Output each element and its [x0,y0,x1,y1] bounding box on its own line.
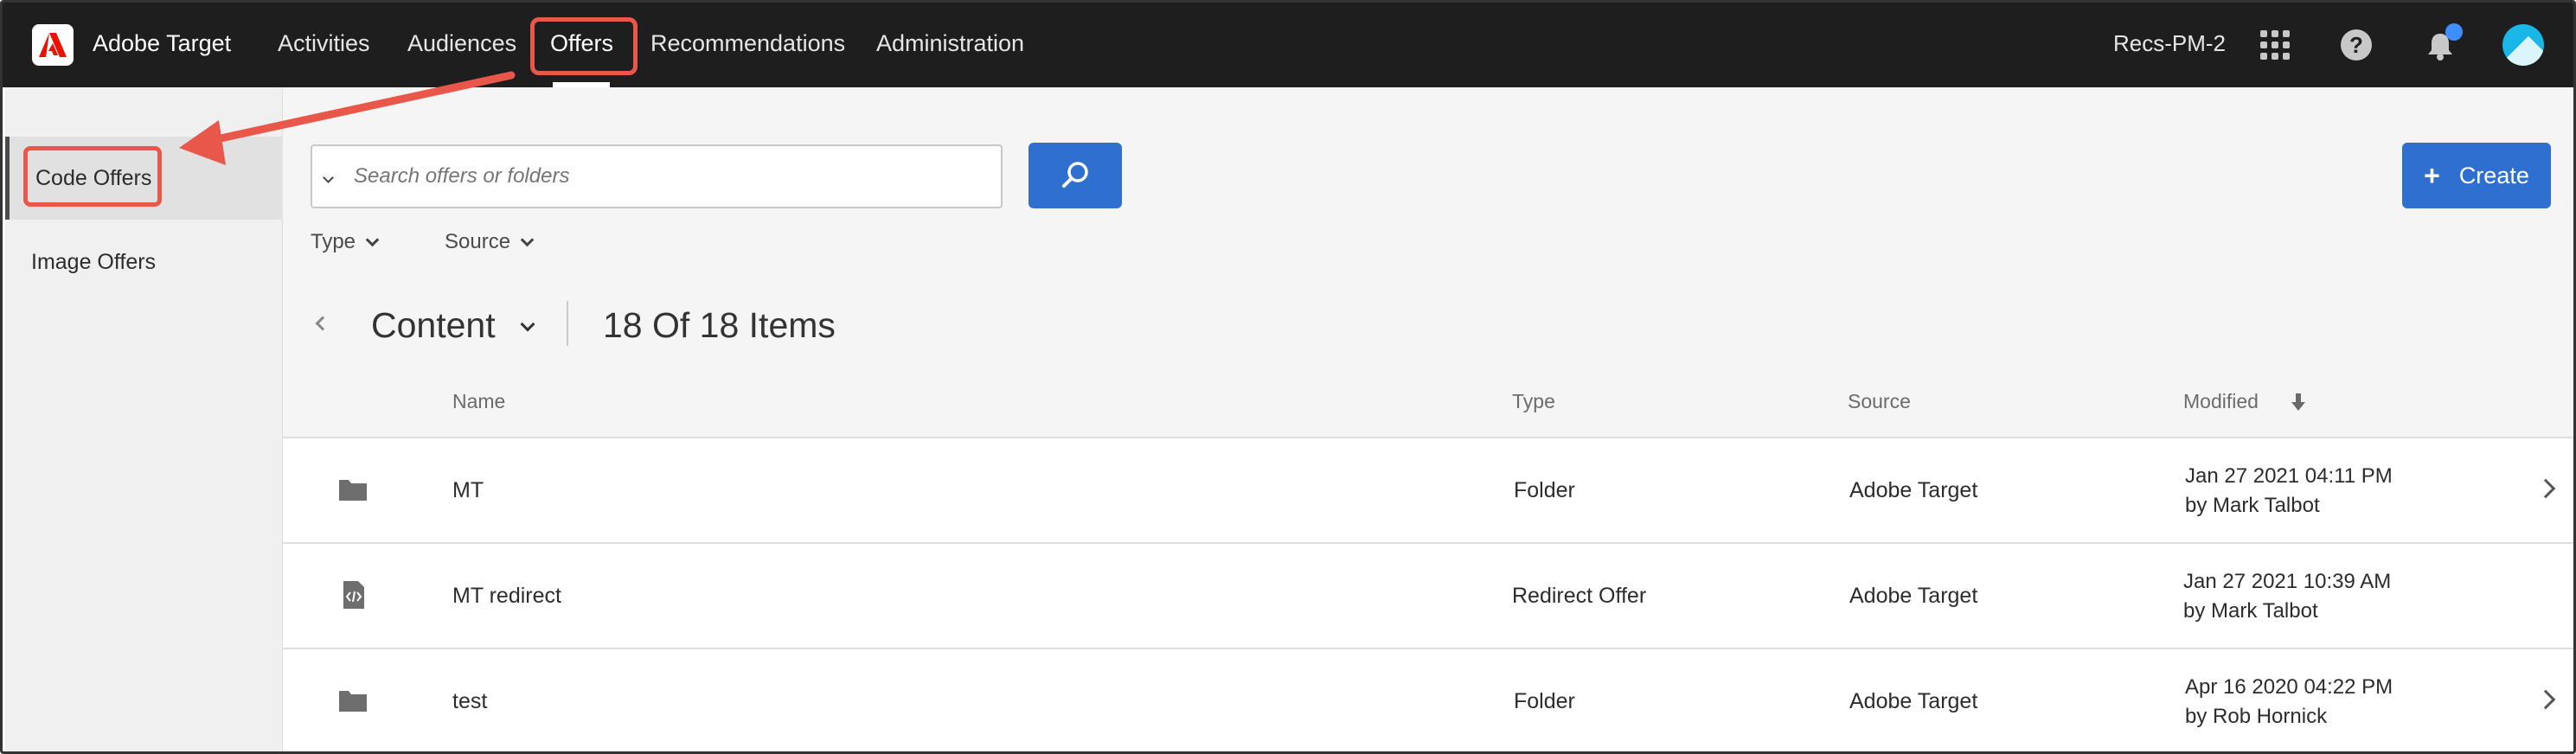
nav-audiences[interactable]: Audiences [407,30,516,57]
row-modified-by: by Mark Talbot [2185,494,2320,517]
product-name[interactable]: Adobe Target [93,30,231,57]
user-avatar[interactable] [2502,24,2544,66]
nav-recommendations[interactable]: Recommendations [650,30,845,57]
nav-administration[interactable]: Administration [876,30,1024,57]
row-name[interactable]: MT redirect [452,584,561,609]
row-modified-by: by Rob Hornick [2185,705,2328,728]
source-filter[interactable]: Source [445,230,535,254]
row-name[interactable]: MT [452,478,484,503]
column-header-modified[interactable]: Modified [2183,390,2259,413]
nav-activities[interactable]: Activities [278,30,370,57]
row-type: Redirect Offer [1512,584,1647,608]
create-button-label: Create [2458,162,2529,188]
row-type: Folder [1514,478,1575,502]
row-type: Folder [1514,689,1575,713]
divider [567,301,568,346]
sort-descending-icon[interactable] [2289,392,2308,412]
main-toolbar-area [283,87,2573,438]
filter-label: Source [445,230,511,253]
search-icon [1062,162,1088,188]
search-field[interactable] [311,144,1003,208]
type-filter[interactable]: Type [311,230,380,254]
column-header-name[interactable]: Name [452,390,505,413]
row-source: Adobe Target [1849,584,1978,608]
help-icon[interactable]: ? [2341,29,2372,61]
plus-icon: + [2424,159,2440,191]
sidebar-item-label: Image Offers [31,249,157,274]
app-window: Adobe Target Activities Audiences Offers… [0,0,2576,754]
notification-badge [2445,23,2463,41]
adobe-logo-icon[interactable] [32,24,74,66]
code-file-icon [343,581,364,609]
app-switcher-icon[interactable] [2260,30,2290,60]
annotation-highlight-offers [530,17,638,75]
row-modified-date: Jan 27 2021 10:39 AM [2183,570,2392,593]
folder-title[interactable]: Content [371,305,496,346]
folder-icon [339,480,367,501]
search-input[interactable] [354,164,959,188]
top-navigation-bar: Adobe Target Activities Audiences Offers… [3,3,2573,87]
row-source: Adobe Target [1849,478,1978,502]
row-modified-by: by Mark Talbot [2183,599,2318,623]
annotation-highlight-code-offers [23,146,162,207]
chevron-down-icon [520,233,535,246]
row-name[interactable]: test [452,689,487,714]
search-scope-chevron-icon[interactable] [323,167,340,187]
column-header-source[interactable]: Source [1848,390,1911,413]
row-source: Adobe Target [1849,689,1978,713]
items-count: 18 Of 18 Items [603,305,836,345]
folder-icon [339,691,367,712]
row-modified-date: Apr 16 2020 04:22 PM [2185,675,2393,699]
workspace-selector[interactable]: Recs-PM-2 [2113,30,2226,57]
column-header-type[interactable]: Type [1512,390,1555,413]
create-button[interactable]: + Create [2402,143,2551,208]
sidebar-item-image-offers[interactable]: Image Offers [5,220,283,304]
filter-label: Type [311,230,356,253]
search-button[interactable] [1028,143,1122,208]
row-modified-date: Jan 27 2021 04:11 PM [2185,464,2393,488]
chevron-down-icon [365,233,380,246]
